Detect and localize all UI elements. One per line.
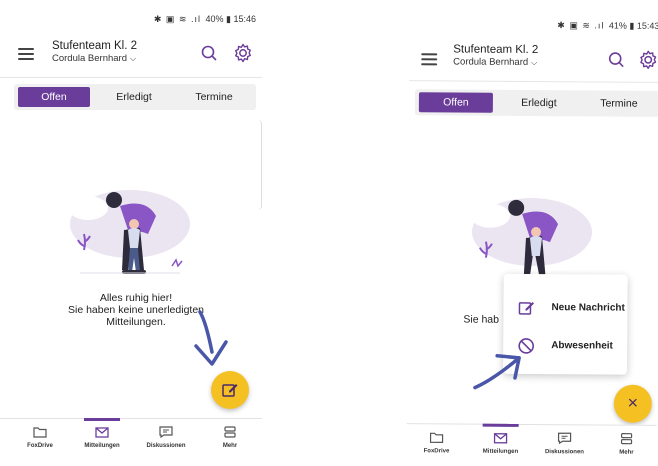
empty-headline: Alles ruhig hier!: [99, 292, 173, 304]
bottom-navigation: FoxDrive Mitteilungen Diskussionen Mehr: [0, 418, 262, 466]
gear-icon[interactable]: [637, 49, 658, 71]
edit-icon: [222, 384, 238, 397]
nav-diskussionen[interactable]: Diskussionen: [136, 419, 196, 449]
folder-icon: [429, 432, 444, 443]
empty-state-message-partial: Sie hab: [463, 313, 500, 326]
tab-bar: Offen Erledigt Termine: [14, 84, 256, 110]
status-bar: ✱ ▣ ≋ .ıl 41% ▮ 15:43: [557, 20, 658, 32]
annotation-arrow-down: [194, 310, 228, 366]
nav-label: Mehr: [619, 449, 634, 456]
group-title: Stufenteam Kl. 2: [453, 43, 539, 57]
chevron-down-icon: ⌵: [130, 54, 137, 63]
nav-label: FoxDrive: [27, 443, 53, 449]
mail-icon: [493, 433, 508, 444]
chat-icon: [557, 432, 572, 445]
mail-icon: [95, 427, 109, 438]
empty-state-illustration: [68, 190, 190, 274]
hamburger-menu-icon[interactable]: [421, 53, 438, 66]
nav-label: Mitteilungen: [84, 443, 120, 449]
search-icon[interactable]: [607, 51, 625, 69]
gear-icon[interactable]: [232, 42, 254, 64]
more-icon: [224, 426, 236, 438]
tab-offen[interactable]: Offen: [418, 92, 493, 113]
close-icon: ×: [627, 392, 639, 413]
nav-label: Diskussionen: [146, 443, 186, 449]
battery-level: 41%: [608, 20, 627, 31]
battery-level: 40%: [205, 14, 224, 24]
bottom-navigation: FoxDrive Mitteilungen Diskussionen Mehr: [406, 423, 657, 466]
nav-label: Mitteilungen: [482, 448, 519, 455]
account-switcher[interactable]: Cordula Bernhard ⌵: [52, 53, 136, 64]
menu-item-neue-nachricht[interactable]: Neue Nachricht: [503, 290, 627, 327]
close-fab-button[interactable]: ×: [613, 384, 652, 423]
battery-icon: ▮: [226, 14, 231, 24]
nav-label: Mehr: [222, 443, 238, 449]
tab-termine[interactable]: Termine: [583, 93, 655, 114]
edit-icon: [518, 301, 535, 315]
tab-termine[interactable]: Termine: [178, 87, 250, 107]
menu-item-label: Abwesenheit: [551, 340, 613, 352]
active-tab-indicator: [482, 423, 519, 427]
more-icon: [620, 433, 633, 445]
hamburger-menu-icon[interactable]: [18, 48, 34, 60]
tab-erledigt[interactable]: Erledigt: [98, 87, 170, 107]
nav-mehr[interactable]: Mehr: [200, 419, 260, 449]
status-icons: ✱ ▣ ≋ .ıl: [153, 14, 201, 24]
nav-label: FoxDrive: [423, 448, 450, 455]
tab-bar: Offen Erledigt Termine: [414, 89, 658, 117]
menu-item-label: Neue Nachricht: [551, 302, 625, 314]
nav-mitteilungen[interactable]: Mitteilungen: [72, 418, 132, 449]
active-tab-indicator: [84, 418, 120, 421]
annotation-arrow-up: [473, 354, 521, 390]
nav-foxdrive[interactable]: FoxDrive: [10, 419, 70, 449]
clock: 15:43: [636, 20, 658, 31]
account-name: Cordula Bernhard: [52, 53, 127, 64]
scrollbar[interactable]: [258, 120, 262, 210]
nav-mehr[interactable]: Mehr: [596, 425, 656, 456]
tab-offen[interactable]: Offen: [18, 87, 90, 107]
nav-label: Diskussionen: [544, 449, 584, 456]
nav-diskussionen[interactable]: Diskussionen: [534, 425, 594, 455]
clock: 15:46: [233, 14, 256, 24]
battery-icon: ▮: [629, 20, 635, 31]
account-switcher[interactable]: Cordula Bernhard ⌵: [453, 56, 537, 68]
group-title: Stufenteam Kl. 2: [52, 40, 138, 52]
folder-icon: [33, 427, 47, 438]
right-screen: ✱ ▣ ≋ .ıl 41% ▮ 15:43 Stufenteam Kl. 2 C…: [406, 0, 658, 466]
app-header: Stufenteam Kl. 2 Cordula Bernhard ⌵: [0, 38, 262, 78]
chevron-down-icon: ⌵: [531, 57, 538, 68]
account-name: Cordula Bernhard: [453, 56, 529, 68]
app-header: Stufenteam Kl. 2 Cordula Bernhard ⌵: [409, 41, 658, 83]
search-icon[interactable]: [200, 44, 218, 62]
status-icons: ✱ ▣ ≋ .ıl: [557, 20, 605, 31]
compose-button[interactable]: [211, 371, 249, 409]
status-bar: ✱ ▣ ≋ .ıl 40% ▮ 15:46: [154, 14, 256, 25]
nav-mitteilungen[interactable]: Mitteilungen: [470, 423, 530, 455]
tab-erledigt[interactable]: Erledigt: [503, 93, 575, 114]
nav-foxdrive[interactable]: FoxDrive: [406, 424, 466, 454]
chat-icon: [159, 426, 173, 438]
left-screen: ✱ ▣ ≋ .ıl 40% ▮ 15:46 Stufenteam Kl. 2 C…: [0, 0, 262, 466]
